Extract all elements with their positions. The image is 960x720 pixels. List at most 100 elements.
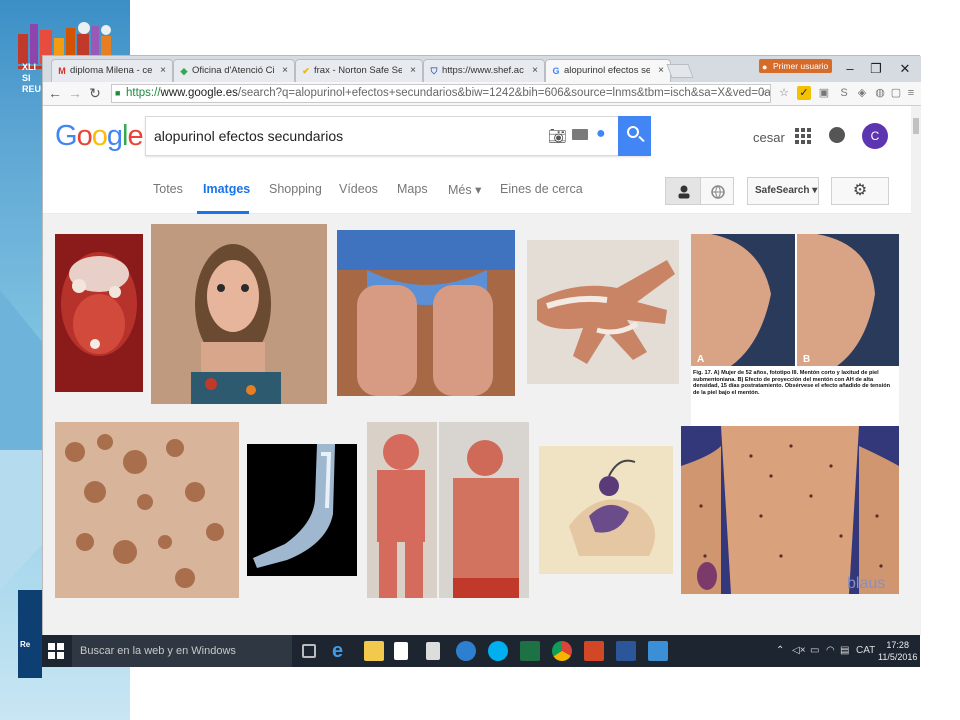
- forward-button[interactable]: →: [67, 85, 83, 101]
- notification-center-icon[interactable]: ▤: [840, 645, 849, 656]
- search-button[interactable]: [618, 116, 651, 156]
- minimize-button[interactable]: –: [838, 60, 862, 78]
- tray-chevron-icon[interactable]: ⌃: [776, 645, 784, 656]
- image-results-grid: A B Fig. 17. A) Mujer de 52 años, fototi…: [43, 214, 911, 636]
- edge-browser-icon[interactable]: e: [332, 641, 352, 661]
- tab-shopping[interactable]: Shopping: [269, 182, 322, 196]
- result-image-chin-figure[interactable]: A B Fig. 17. A) Mujer de 52 años, fototi…: [691, 234, 899, 426]
- congress-logo-text: XLI SI REU: [22, 62, 42, 94]
- comparison-photos: A B: [691, 234, 899, 366]
- close-window-button[interactable]: ✕: [893, 60, 917, 78]
- logo-letter: G: [55, 120, 78, 152]
- shield-icon: ⛉: [430, 66, 438, 76]
- url-field[interactable]: ■ https://www.google.es/search?q=alopurin…: [111, 84, 771, 103]
- result-image-erythroderma[interactable]: [367, 422, 529, 598]
- result-image-xray-foot[interactable]: [247, 444, 357, 576]
- close-tab-icon[interactable]: ×: [160, 65, 166, 76]
- tab-oficina[interactable]: ◆ Oficina d'Atenció Ciutada ×: [173, 59, 295, 82]
- close-tab-icon[interactable]: ×: [658, 65, 664, 76]
- dropbox-extension-icon[interactable]: ◈: [855, 86, 869, 100]
- close-tab-icon[interactable]: ×: [532, 65, 538, 76]
- zoom-icon[interactable]: ⌕: [757, 86, 771, 100]
- extension-icon[interactable]: ▣: [817, 86, 831, 100]
- result-image-legs[interactable]: [337, 230, 515, 396]
- user-name[interactable]: cesar: [753, 130, 785, 145]
- reload-button[interactable]: ↻: [87, 85, 103, 101]
- photo-label-a: A: [697, 354, 704, 365]
- address-bar: ← → ↻ ■ https://www.google.es/search?q=al…: [43, 82, 921, 106]
- tab-google-active[interactable]: G alopurinol efectos secund ×: [545, 59, 671, 83]
- norton-icon: ✔: [302, 66, 310, 76]
- language-indicator[interactable]: CAT: [856, 645, 875, 656]
- calculator-icon[interactable]: [426, 642, 440, 660]
- extension-icon[interactable]: ▢: [889, 86, 903, 100]
- taskbar-search-input[interactable]: Buscar en la web y en Windows: [72, 635, 292, 667]
- file-explorer-icon[interactable]: [364, 641, 384, 661]
- tab-videos[interactable]: Vídeos: [339, 182, 378, 196]
- person-icon: [678, 185, 690, 199]
- word-icon[interactable]: [616, 641, 636, 661]
- close-tab-icon[interactable]: ×: [282, 65, 288, 76]
- keyboard-icon[interactable]: [572, 129, 588, 140]
- logo-letter: e: [127, 120, 143, 152]
- search-tabs: Totes Imatges Shopping Vídeos Maps Més ▾…: [43, 170, 911, 214]
- new-tab-button[interactable]: [666, 64, 694, 78]
- notifications-icon[interactable]: [829, 127, 845, 143]
- battery-icon[interactable]: ▭: [810, 645, 819, 656]
- windows-start-icon[interactable]: [48, 643, 64, 659]
- result-image-torso-illustration[interactable]: blaus: [681, 426, 899, 594]
- windows-taskbar: Buscar en la web y en Windows e ⌃ ◁× ▭ ◠…: [42, 635, 920, 667]
- extension-icon[interactable]: ◍: [873, 86, 887, 100]
- globe-icon: [711, 185, 725, 199]
- skype-extension-icon[interactable]: S: [837, 86, 851, 100]
- chrome-icon[interactable]: [552, 641, 572, 661]
- tab-shef[interactable]: ⛉ https://www.shef.ac.uk/FR ×: [423, 59, 545, 82]
- camera-icon[interactable]: 📷︎: [548, 127, 567, 145]
- microphone-icon[interactable]: ●: [596, 125, 606, 143]
- media-player-icon[interactable]: [456, 641, 476, 661]
- menu-icon[interactable]: ≡: [905, 86, 917, 100]
- result-image-gout-cartoon[interactable]: [539, 446, 673, 574]
- bookmark-star-icon[interactable]: ☆: [777, 86, 791, 100]
- logo-letter: g: [106, 120, 123, 152]
- tab-eines-de-cerca[interactable]: Eines de cerca: [500, 182, 583, 196]
- task-view-icon[interactable]: [302, 644, 316, 658]
- powerpoint-icon[interactable]: [584, 641, 604, 661]
- logo-letter: o: [91, 120, 108, 152]
- google-logo[interactable]: Google: [55, 120, 144, 153]
- tab-norton[interactable]: ✔ frax - Norton Safe Search ×: [295, 59, 423, 82]
- public-results-button[interactable]: [700, 177, 734, 205]
- close-tab-icon[interactable]: ×: [410, 65, 416, 76]
- excel-icon[interactable]: [520, 641, 540, 661]
- volume-icon[interactable]: ◁×: [792, 645, 806, 656]
- result-image-hand[interactable]: [527, 240, 679, 384]
- google-images-page: Google alopurinol efectos secundarios 📷︎…: [43, 106, 911, 636]
- browser-window: M diploma Milena - cesard × ◆ Oficina d'…: [42, 55, 921, 667]
- settings-gear-icon[interactable]: ⚙: [831, 177, 889, 205]
- search-input[interactable]: alopurinol efectos secundarios 📷︎ ●: [145, 116, 650, 156]
- maximize-button[interactable]: ❐: [864, 60, 888, 78]
- back-button[interactable]: ←: [47, 85, 63, 101]
- app-icon[interactable]: [648, 641, 668, 661]
- result-image-skin-spots[interactable]: [55, 422, 239, 598]
- private-results-button[interactable]: [665, 177, 701, 205]
- apps-grid-icon[interactable]: [795, 128, 811, 144]
- user-profile-badge[interactable]: ● Primer usuario: [759, 59, 833, 73]
- result-image-face[interactable]: [151, 224, 327, 404]
- tab-totes[interactable]: Totes: [153, 182, 183, 196]
- taskbar-clock[interactable]: 17:28 11/5/2016: [878, 639, 917, 663]
- page-scrollbar[interactable]: [911, 106, 921, 636]
- tab-imatges[interactable]: Imatges: [203, 182, 250, 196]
- avatar[interactable]: C: [862, 123, 888, 149]
- skype-icon[interactable]: [488, 641, 508, 661]
- tab-mes[interactable]: Més ▾: [448, 182, 481, 197]
- wifi-icon[interactable]: ◠: [826, 645, 835, 656]
- sponsor-box: Re: [18, 590, 42, 678]
- norton-extension-icon[interactable]: ✓: [797, 86, 811, 100]
- scrollbar-thumb[interactable]: [913, 118, 919, 134]
- tab-gmail[interactable]: M diploma Milena - cesard ×: [51, 59, 173, 82]
- store-icon[interactable]: [394, 642, 408, 660]
- result-image-mouth[interactable]: [55, 234, 143, 392]
- tab-maps[interactable]: Maps: [397, 182, 428, 196]
- safesearch-dropdown[interactable]: SafeSearch ▾: [747, 177, 819, 205]
